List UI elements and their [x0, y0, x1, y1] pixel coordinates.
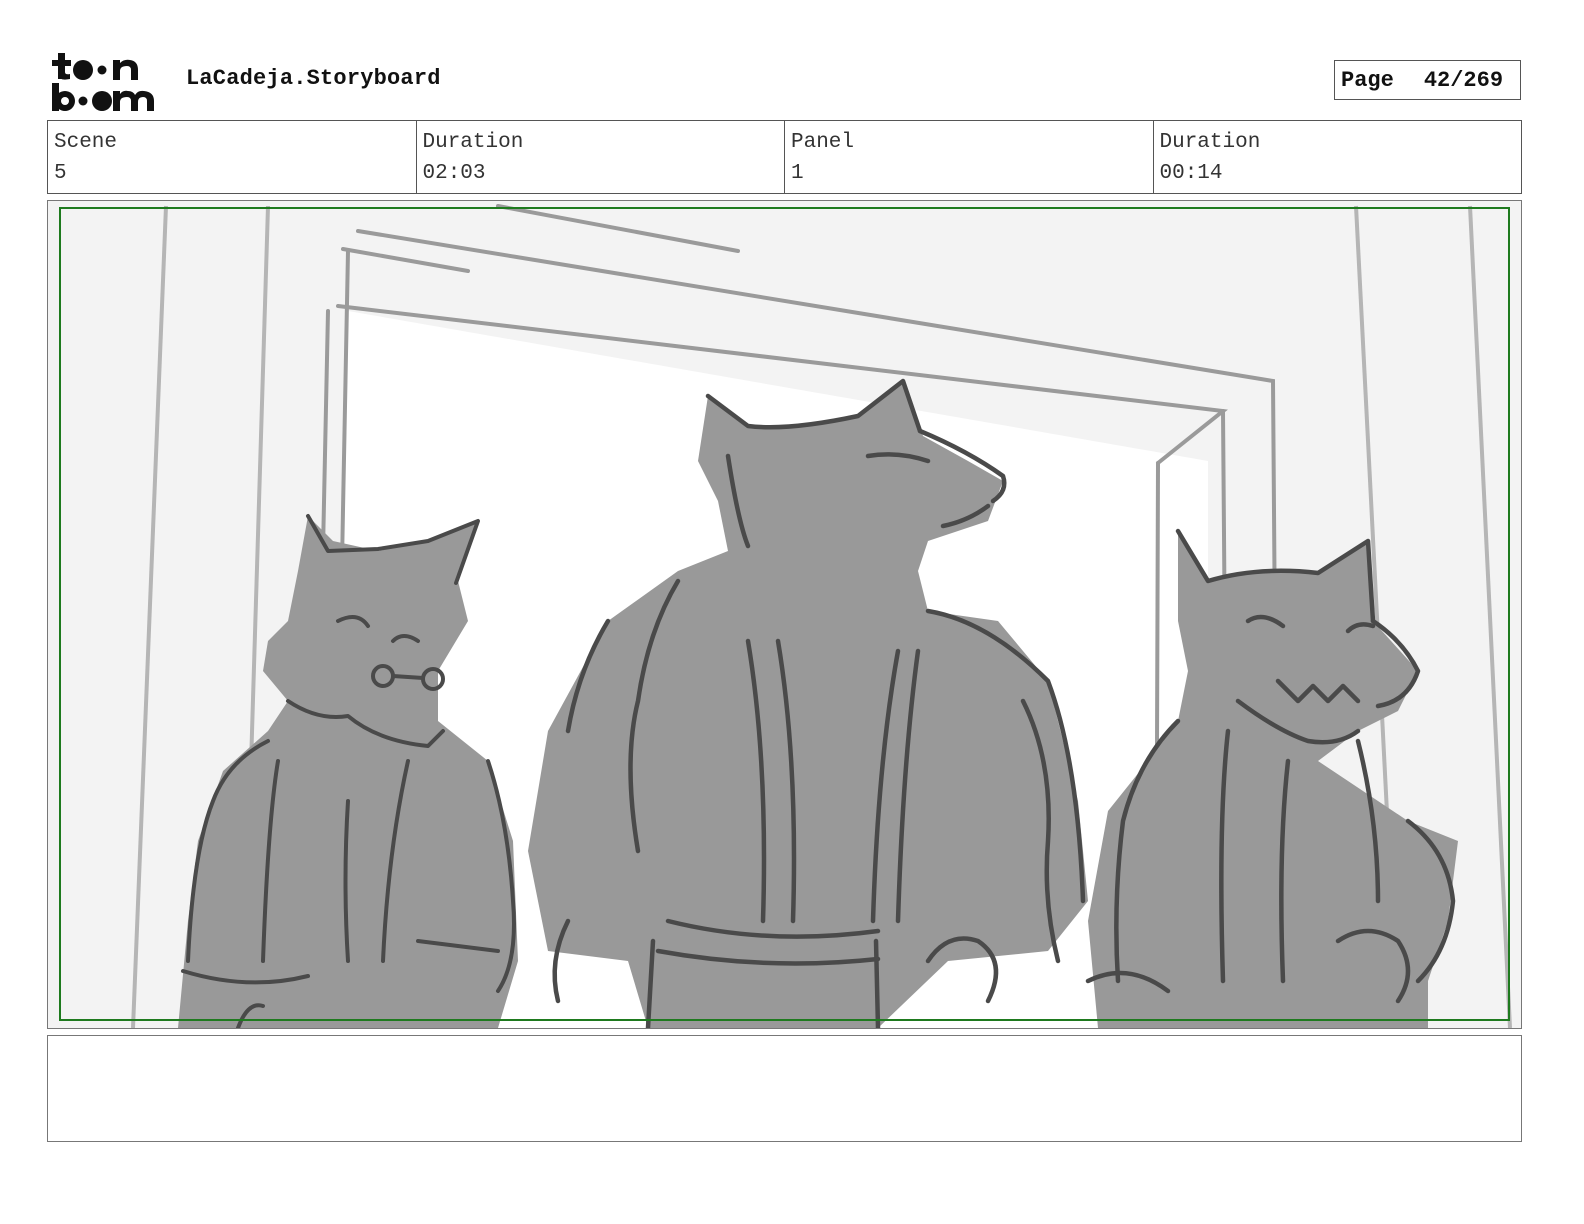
scene-cell: Scene 5	[48, 121, 417, 193]
page-label: Page	[1341, 67, 1394, 93]
panel-duration-cell: Duration 00:14	[1154, 121, 1522, 193]
scene-info-row: Scene 5 Duration 02:03 Panel 1 Duration …	[47, 120, 1522, 194]
panel-label: Panel	[791, 131, 855, 154]
toon-boom-logo-mark	[52, 53, 154, 111]
storyboard-panel[interactable]	[47, 200, 1522, 1029]
panel-notes-box[interactable]	[47, 1035, 1522, 1142]
panel-value: 1	[791, 162, 804, 185]
scene-duration-value: 02:03	[422, 162, 486, 185]
page-indicator: Page 42/269	[1334, 60, 1521, 100]
panel-duration-value: 00:14	[1159, 162, 1223, 185]
scene-duration-cell: Duration 02:03	[417, 121, 785, 193]
scene-value: 5	[54, 162, 67, 185]
toon-boom-logo	[50, 50, 166, 114]
scene-duration-label: Duration	[422, 131, 524, 154]
panel-cell: Panel 1	[785, 121, 1154, 193]
panel-sketch	[59, 204, 1512, 1028]
page-number: 42/269	[1423, 67, 1504, 93]
scene-label: Scene	[54, 131, 118, 154]
document-title: LaCadeja.Storyboard	[186, 66, 441, 91]
panel-duration-label: Duration	[1159, 131, 1261, 154]
